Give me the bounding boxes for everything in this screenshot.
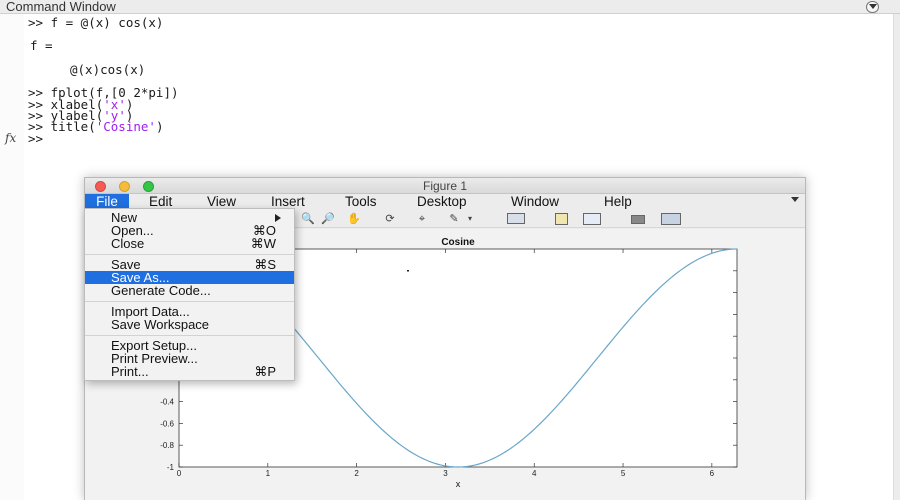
plot-title: Cosine bbox=[441, 237, 475, 248]
x-axis-label: x bbox=[456, 479, 461, 489]
file-menu-generate-code[interactable]: Generate Code... bbox=[85, 284, 294, 297]
command-output: f = bbox=[30, 38, 53, 53]
x-tick-label: 0 bbox=[177, 469, 182, 478]
brush-dropdown-icon[interactable]: ▾ bbox=[463, 212, 477, 226]
y-tick-label: -1 bbox=[167, 463, 175, 472]
command-window-header: Command Window bbox=[0, 0, 900, 14]
zoom-in-icon[interactable]: 🔍 bbox=[301, 212, 315, 226]
zoom-out-icon[interactable]: 🔎 bbox=[321, 212, 335, 226]
function-browser-icon[interactable]: fx bbox=[5, 131, 16, 145]
y-tick-label: -0.4 bbox=[160, 398, 174, 407]
menu-separator bbox=[85, 301, 294, 302]
x-tick-label: 2 bbox=[354, 469, 359, 478]
link-plot-icon[interactable] bbox=[507, 213, 525, 224]
submenu-arrow-icon bbox=[275, 214, 281, 222]
command-window-menu-button[interactable] bbox=[866, 1, 879, 13]
chevron-down-icon bbox=[869, 4, 877, 9]
x-tick-label: 1 bbox=[266, 469, 271, 478]
brush-icon[interactable]: ✎ bbox=[447, 212, 461, 226]
file-menu-print[interactable]: Print... ⌘P bbox=[85, 365, 294, 378]
figure-titlebar[interactable]: Figure 1 bbox=[85, 178, 805, 194]
menu-window[interactable]: Window bbox=[511, 194, 559, 210]
data-cursor-icon[interactable]: ⌖ bbox=[415, 212, 429, 226]
command-line: >> f = @(x) cos(x) bbox=[28, 15, 164, 30]
command-prompt[interactable]: >> bbox=[28, 131, 51, 146]
x-tick-label: 3 bbox=[443, 469, 448, 478]
file-menu-save-workspace[interactable]: Save Workspace bbox=[85, 318, 294, 331]
x-tick-label: 6 bbox=[710, 469, 715, 478]
command-window-title: Command Window bbox=[6, 0, 116, 14]
hide-plot-tools-icon[interactable] bbox=[631, 215, 645, 224]
x-tick-label: 5 bbox=[621, 469, 626, 478]
show-plot-tools-icon[interactable] bbox=[661, 213, 681, 225]
file-menu-dropdown: New Open... ⌘O Close ⌘W Save ⌘S Save As... … bbox=[84, 208, 295, 381]
file-menu-close[interactable]: Close ⌘W bbox=[85, 237, 294, 250]
figure-title: Figure 1 bbox=[422, 179, 468, 193]
command-window-scrollbar[interactable] bbox=[893, 14, 900, 500]
menu-separator bbox=[85, 254, 294, 255]
menu-tools[interactable]: Tools bbox=[345, 194, 377, 210]
menubar-overflow-icon[interactable] bbox=[791, 197, 799, 202]
colorbar-icon[interactable] bbox=[555, 213, 568, 225]
pan-icon[interactable]: ✋ bbox=[347, 212, 361, 226]
y-tick-label: -0.8 bbox=[160, 441, 174, 450]
stray-mark bbox=[407, 270, 409, 272]
menu-desktop[interactable]: Desktop bbox=[417, 194, 467, 210]
menu-help[interactable]: Help bbox=[604, 194, 632, 210]
menu-separator bbox=[85, 335, 294, 336]
command-output: @(x)cos(x) bbox=[70, 62, 146, 77]
x-tick-label: 4 bbox=[532, 469, 537, 478]
legend-icon[interactable] bbox=[583, 213, 601, 225]
rotate-icon[interactable]: ⟳ bbox=[383, 212, 397, 226]
y-tick-label: -0.6 bbox=[160, 419, 174, 428]
